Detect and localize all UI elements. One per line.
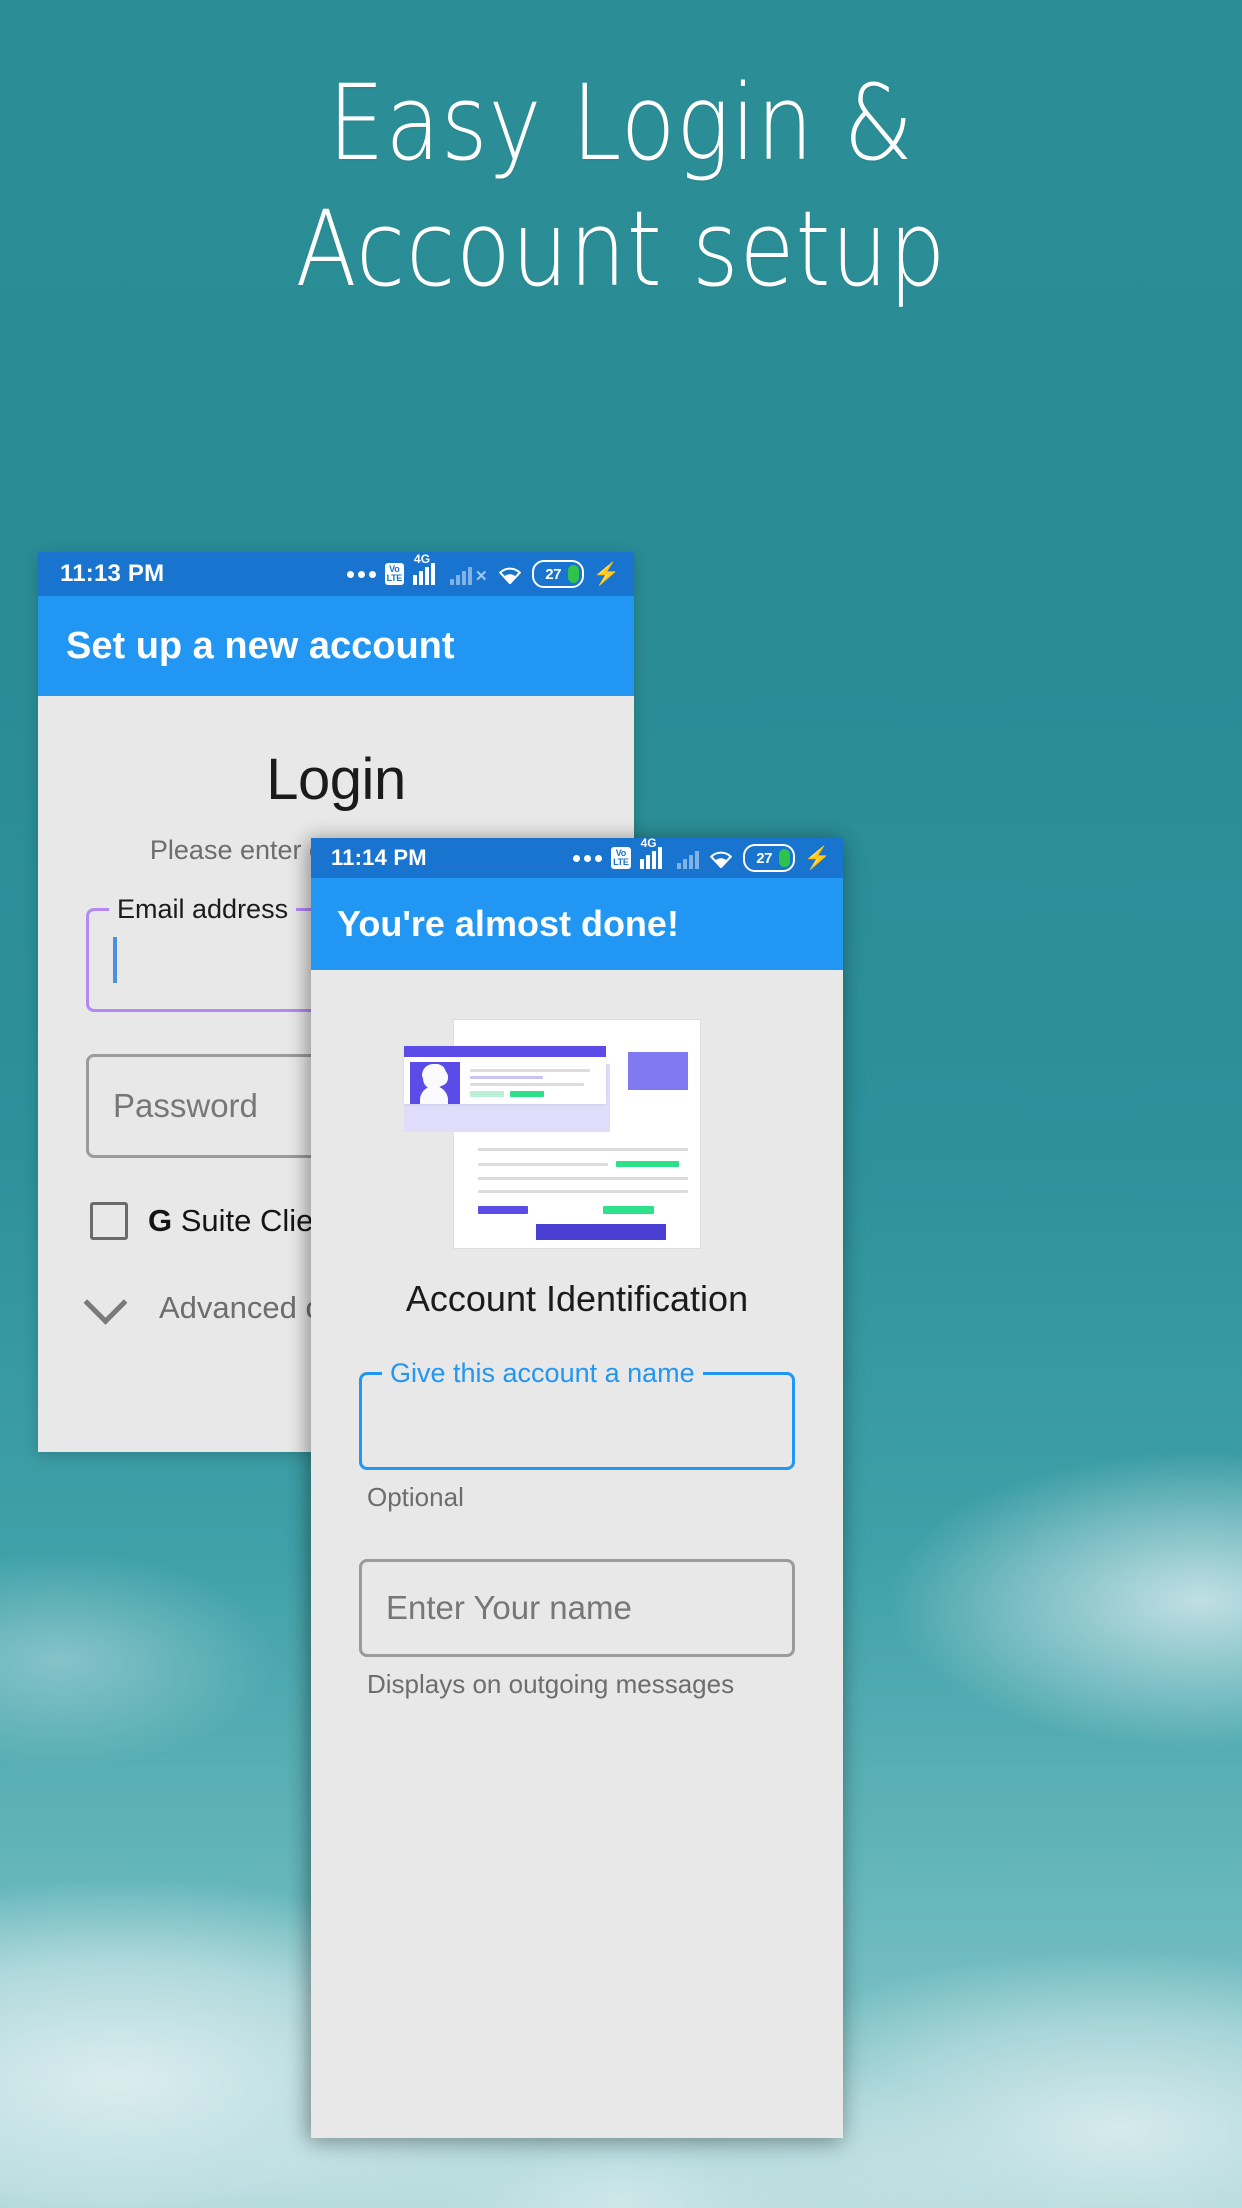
volte-icon: Vo LTE	[384, 563, 405, 585]
illustration-body-lines	[478, 1148, 688, 1224]
charging-bolt-icon: ⚡	[592, 561, 620, 586]
account-name-field-label: Give this account a name	[382, 1358, 703, 1389]
status-bar: 11:13 PM Vo LTE 4G ✕ 27 ⚡	[38, 552, 634, 596]
account-name-field-helper: Optional	[367, 1482, 464, 1512]
account-name-field[interactable]: Give this account a name	[359, 1358, 795, 1470]
wifi-icon	[709, 851, 732, 868]
app-bar-title: Set up a new account	[38, 596, 634, 696]
illustration-cta-block	[536, 1224, 666, 1240]
password-field-placeholder: Password	[113, 1087, 258, 1124]
volte-icon: Vo LTE	[611, 847, 631, 869]
charging-bolt-icon: ⚡	[803, 845, 831, 870]
volte-bottom-label: LTE	[613, 857, 629, 867]
gsuite-client-checkbox[interactable]	[90, 1202, 128, 1240]
status-icons: Vo LTE 4G 27 ⚡	[573, 838, 831, 872]
status-bar: 11:14 PM Vo LTE 4G 27 ⚡	[311, 838, 843, 878]
text-caret	[113, 937, 117, 983]
promo-screenshot-page: Easy Login & Account setup 11:13 PM Vo L…	[0, 0, 1242, 2208]
signal-4g-icon: 4G	[639, 838, 668, 869]
signal-secondary-icon	[676, 847, 699, 869]
battery-icon: 27	[531, 560, 584, 588]
chevron-down-icon[interactable]	[83, 1280, 128, 1325]
account-identification-illustration	[404, 1016, 702, 1248]
more-dots-icon	[346, 570, 376, 578]
illustration-card-content	[404, 1057, 606, 1104]
avatar	[410, 1062, 460, 1104]
section-title: Account Identification	[405, 1278, 749, 1319]
battery-icon: 27	[742, 844, 795, 872]
hero-line-1: Easy Login &	[328, 62, 914, 184]
signal-no-service-icon: ✕	[450, 563, 488, 585]
wifi-icon	[498, 567, 521, 584]
phone-screenshot-account-identification: 11:14 PM Vo LTE 4G 27 ⚡ You're almost do…	[311, 838, 843, 2138]
illustration-profile-card	[404, 1046, 606, 1104]
your-name-field-placeholder: Enter Your name	[386, 1589, 632, 1626]
battery-percent-label: 27	[545, 565, 561, 583]
status-icons: Vo LTE 4G ✕ 27 ⚡	[346, 553, 620, 588]
app-bar-title: You're almost done!	[311, 878, 843, 970]
illustration-purple-block	[628, 1052, 688, 1090]
status-time: 11:13 PM	[60, 560, 165, 587]
hero-line-2: Account setup	[295, 188, 947, 310]
illustration-card-header	[404, 1046, 606, 1057]
signal-4g-icon: 4G	[413, 553, 441, 585]
status-time: 11:14 PM	[331, 845, 427, 870]
your-name-field[interactable]: Enter Your name	[359, 1559, 795, 1657]
network-type-label: 4G	[640, 838, 657, 850]
your-name-field-helper: Displays on outgoing messages	[367, 1669, 735, 1699]
network-type-label: 4G	[414, 552, 431, 566]
login-heading: Login	[266, 747, 406, 812]
page-title: Easy Login & Account setup	[87, 60, 1155, 312]
more-dots-icon	[573, 854, 603, 862]
illustration-card-lines	[470, 1062, 600, 1104]
battery-percent-label: 27	[756, 849, 772, 867]
account-identification-body: Account Identification Give this account…	[311, 1016, 843, 2138]
gsuite-client-label-bold: G	[148, 1203, 173, 1238]
volte-bottom-label: LTE	[386, 573, 403, 583]
email-field-label: Email address	[109, 894, 297, 925]
